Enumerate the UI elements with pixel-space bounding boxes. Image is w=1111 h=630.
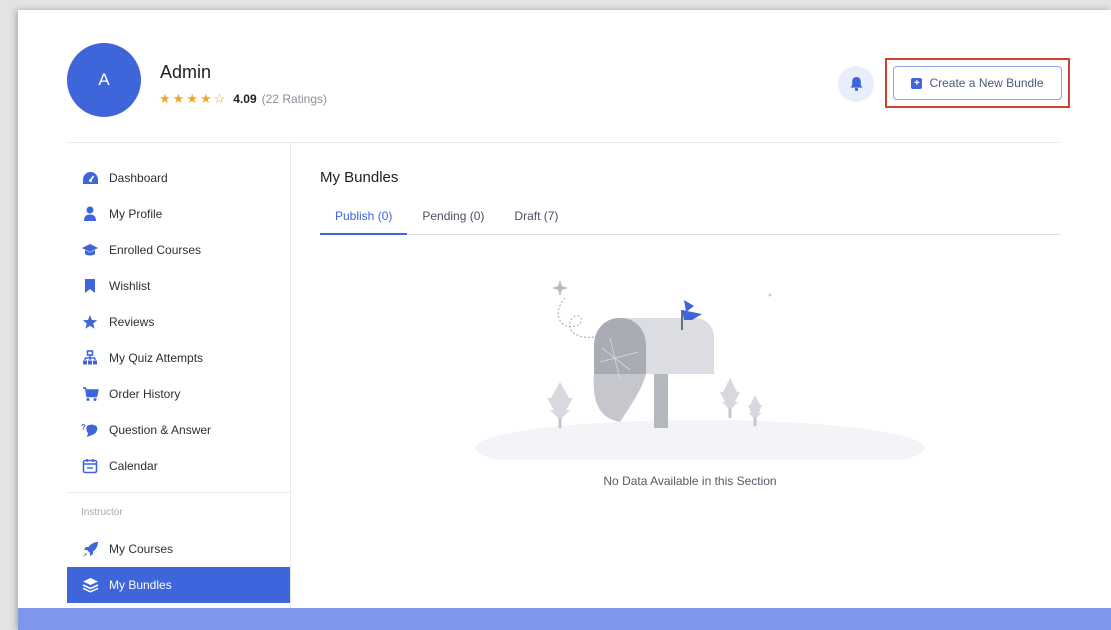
svg-text:?: ? [81,423,86,432]
rating-value: 4.09 [233,92,257,106]
sidebar-item-label: Wishlist [109,279,151,293]
bottom-bar [18,608,1111,630]
sidebar-item-my-profile[interactable]: My Profile [67,196,290,232]
sidebar-item-reviews[interactable]: Reviews [67,304,290,340]
star-icon [81,313,99,331]
bookmark-icon [81,277,99,295]
sidebar-item-label: My Quiz Attempts [109,351,204,365]
sitemap-icon [81,349,99,367]
empty-state-message: No Data Available in this Section [603,474,777,488]
plus-square-icon: + [911,77,923,89]
empty-state-illustration [475,280,925,460]
create-bundle-label: Create a New Bundle [929,76,1044,90]
section-label-instructor: Instructor [81,506,123,518]
dashboard-icon [81,169,99,187]
sidebar-item-label: My Profile [109,207,163,221]
sidebar-item-wishlist[interactable]: Wishlist [67,268,290,304]
sidebar-item-label: Enrolled Courses [109,243,202,257]
calendar-icon [81,457,99,475]
tab-pending[interactable]: Pending (0) [407,203,499,235]
sidebar-item-label: Question & Answer [109,423,212,437]
star-icon: ★ [159,91,171,106]
tab-draft[interactable]: Draft (7) [499,203,573,235]
profile-name: Admin [160,62,212,82]
sidebar-divider [290,143,291,608]
create-bundle-button[interactable]: + Create a New Bundle [893,66,1062,100]
sidebar-item-enrolled-courses[interactable]: Enrolled Courses [67,232,290,268]
sidebar-item-label: Dashboard [109,171,168,185]
avatar-initial: A [98,70,110,89]
sidebar-item-label: Order History [109,387,181,401]
bell-icon [850,77,862,91]
sidebar: Dashboard My Profile Enrolled Courses Wi… [67,160,290,603]
question-answer-icon: ? [81,421,99,439]
bundle-tabs: Publish (0) Pending (0) Draft (7) [320,203,1060,235]
rocket-icon [81,540,99,558]
sidebar-item-order-history[interactable]: Order History [67,376,290,412]
sidebar-item-label: My Bundles [109,578,172,592]
sidebar-item-label: My Courses [109,542,174,556]
sidebar-item-my-quiz-attempts[interactable]: My Quiz Attempts [67,340,290,376]
rating-count: (22 Ratings) [261,92,328,106]
sidebar-item-dashboard[interactable]: Dashboard [67,160,290,196]
user-icon [81,205,99,223]
rating-summary: ★ ★ ★ ★ ☆ 4.09 (22 Ratings) [159,91,327,107]
sidebar-item-label: Calendar [109,459,158,473]
sidebar-item-my-courses[interactable]: My Courses [67,531,290,567]
sidebar-item-question-answer[interactable]: ? Question & Answer [67,412,290,448]
tab-publish[interactable]: Publish (0) [320,203,408,235]
star-icon: ★ [186,91,198,106]
header-divider [67,142,1060,143]
star-empty-icon: ☆ [213,91,226,106]
star-icon: ★ [172,91,185,106]
avatar[interactable]: A [67,43,141,117]
rating-stars: ★ ★ ★ ★ ☆ [159,91,225,107]
sidebar-item-my-bundles[interactable]: My Bundles [67,567,290,603]
layers-icon [81,576,99,594]
graduation-cap-icon [81,241,99,259]
create-bundle-highlight: + Create a New Bundle [885,58,1070,108]
sidebar-item-label: Reviews [109,315,155,329]
notification-button[interactable] [838,66,874,102]
cart-icon [81,385,99,403]
page-title: My Bundles [320,169,399,186]
star-icon: ★ [199,91,212,106]
sidebar-item-calendar[interactable]: Calendar [67,448,290,484]
